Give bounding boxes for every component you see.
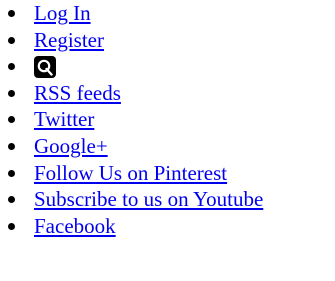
bullet [8, 169, 15, 177]
bullet [8, 63, 15, 71]
pinterest-link[interactable]: Follow Us on Pinterest [34, 161, 227, 185]
list-item-login: Log In [8, 0, 263, 27]
bullet [8, 89, 15, 97]
login-link[interactable]: Log In [34, 1, 91, 25]
google-plus-link[interactable]: Google+ [34, 134, 108, 158]
rss-feeds-link[interactable]: RSS feeds [34, 81, 121, 105]
facebook-link[interactable]: Facebook [34, 214, 116, 238]
list-item-register: Register [8, 27, 263, 54]
bullet [8, 116, 15, 124]
twitter-link[interactable]: Twitter [34, 107, 94, 131]
list-item-googleplus: Google+ [8, 133, 263, 160]
search-icon[interactable] [34, 55, 56, 78]
bullet [8, 36, 15, 44]
list-item-twitter: Twitter [8, 106, 263, 133]
youtube-link[interactable]: Subscribe to us on Youtube [34, 187, 263, 211]
bullet [8, 222, 15, 230]
register-link[interactable]: Register [34, 28, 104, 52]
list-item-search [8, 53, 263, 80]
bullet [8, 196, 15, 204]
list-item-facebook: Facebook [8, 213, 263, 240]
bullet [8, 10, 15, 17]
list-item-youtube: Subscribe to us on Youtube [8, 186, 263, 213]
bullet [8, 142, 15, 150]
list-item-rss: RSS feeds [8, 80, 263, 107]
list-item-pinterest: Follow Us on Pinterest [8, 160, 263, 187]
site-links-list: Log In Register RSS feeds Twitter Google… [8, 0, 263, 239]
